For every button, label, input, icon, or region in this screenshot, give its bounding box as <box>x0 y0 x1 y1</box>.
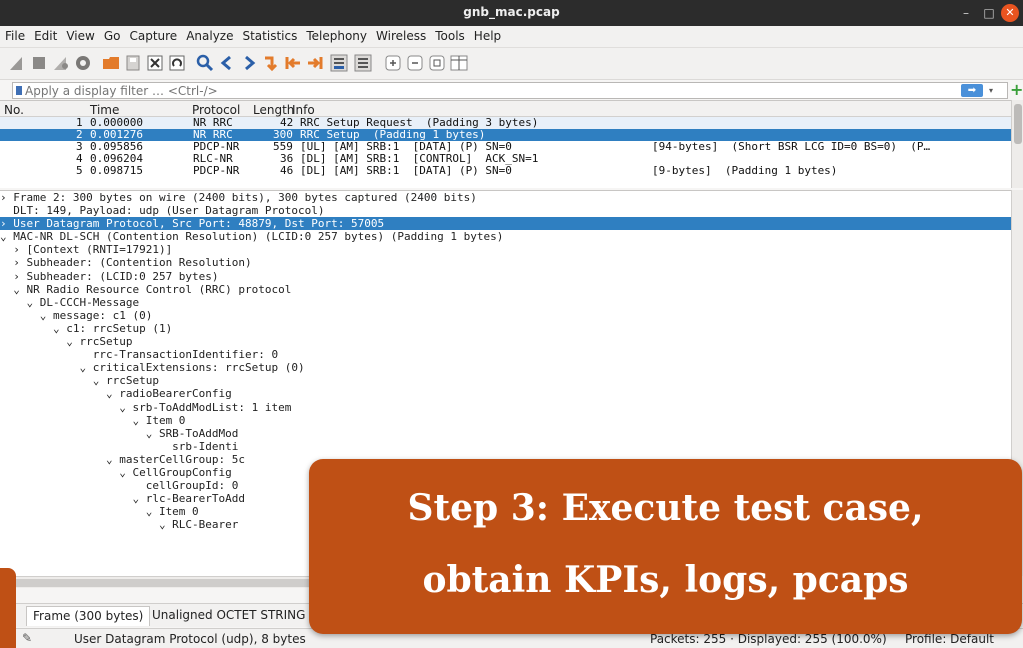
status-field-info: User Datagram Protocol (udp), 8 bytes <box>74 632 306 646</box>
menu-go[interactable]: Go <box>99 26 125 43</box>
tree-node-transaction-id[interactable]: rrc-TransactionIdentifier: 0 <box>0 348 1023 361</box>
menu-tools[interactable]: Tools <box>430 26 469 43</box>
minimize-button[interactable]: – <box>957 4 975 22</box>
zoom-out-icon[interactable] <box>406 54 424 72</box>
tree-node-subheader[interactable]: › Subheader: (Contention Resolution) <box>0 256 1023 269</box>
tree-node-rrcsetup[interactable]: ⌄ rrcSetup <box>0 335 1023 348</box>
tree-node-dl-ccch[interactable]: ⌄ DL-CCCH-Message <box>0 296 1023 309</box>
go-back-icon[interactable] <box>218 54 236 72</box>
menu-bar: File Edit View Go Capture Analyze Statistics Te… <box>0 26 1023 48</box>
go-forward-icon[interactable] <box>240 54 258 72</box>
packet-row[interactable]: 5 0.098715 PDCP-NR 46 [DL] [AM] SRB:1 [D… <box>0 165 1023 177</box>
main-toolbar <box>0 48 1023 80</box>
status-packets-count: Packets: 255 · Displayed: 255 (100.0%) <box>650 632 887 646</box>
status-profile[interactable]: Profile: Default <box>905 632 994 646</box>
tree-node-context[interactable]: › [Context (RNTI=17921)] <box>0 243 1023 256</box>
window-title: gnb_mac.pcap <box>463 5 560 19</box>
column-protocol[interactable]: Protocol <box>192 103 240 117</box>
step-callout: Step 3: Execute test case, obtain KPIs, … <box>309 459 1022 634</box>
packet-time: 0.098715 <box>90 164 143 177</box>
title-bar: gnb_mac.pcap – □ ✕ <box>0 0 1023 26</box>
close-file-icon[interactable] <box>146 54 164 72</box>
tree-node-critical-extensions[interactable]: ⌄ criticalExtensions: rrcSetup (0) <box>0 361 1023 374</box>
find-packet-icon[interactable] <box>196 54 214 72</box>
slide-edge-accent <box>0 568 16 648</box>
display-filter-input[interactable] <box>25 83 955 98</box>
close-button[interactable]: ✕ <box>1001 4 1019 22</box>
packet-info-extra: [94-bytes] (Short BSR LCG ID=0 BS=0) (P… <box>652 140 931 153</box>
menu-file[interactable]: File <box>0 26 29 43</box>
tab-unaligned-octet-string[interactable]: Unaligned OCTET STRING (25 <box>146 608 335 622</box>
callout-line-2: obtain KPIs, logs, pcaps <box>422 559 909 601</box>
tree-node-dlt[interactable]: DLT: 149, Payload: udp (User Datagram Pr… <box>0 204 1023 217</box>
go-last-packet-icon[interactable] <box>306 54 324 72</box>
open-file-icon[interactable] <box>102 54 120 72</box>
auto-scroll-icon[interactable] <box>330 54 348 72</box>
packet-list: No. Time Protocol Length Info 1 0.000000… <box>0 100 1023 188</box>
restart-capture-icon[interactable] <box>52 54 70 72</box>
packet-list-header: No. Time Protocol Length Info <box>0 101 1023 117</box>
colorize-icon[interactable] <box>354 54 372 72</box>
tree-node-c1[interactable]: ⌄ c1: rrcSetup (1) <box>0 322 1023 335</box>
apply-filter-button[interactable]: ➡ <box>961 84 983 97</box>
packet-info: [DL] [AM] SRB:1 [DATA] (P) SN=0 <box>300 164 512 177</box>
scrollbar-thumb[interactable] <box>1014 104 1022 144</box>
shark-fin-start-icon[interactable] <box>8 54 26 72</box>
save-file-icon[interactable] <box>124 54 142 72</box>
packet-length: 46 <box>280 164 294 177</box>
packet-info-extra: [9-bytes] (Padding 1 bytes) <box>652 164 838 177</box>
maximize-button[interactable]: □ <box>980 4 998 22</box>
menu-analyze[interactable]: Analyze <box>181 26 237 43</box>
menu-view[interactable]: View <box>61 26 98 43</box>
packet-row[interactable]: 1 0.000000 NR RRC 42 RRC Setup Request (… <box>0 117 1023 129</box>
tree-node-srb-toaddmod[interactable]: ⌄ SRB-ToAddMod <box>0 427 1023 440</box>
menu-capture[interactable]: Capture <box>124 26 181 43</box>
tree-node-mac-nr[interactable]: ⌄ MAC-NR DL-SCH (Contention Resolution) … <box>0 230 1023 243</box>
tree-node-srb-list[interactable]: ⌄ srb-ToAddModList: 1 item <box>0 401 1023 414</box>
menu-statistics[interactable]: Statistics <box>237 26 301 43</box>
column-length[interactable]: Length <box>253 103 294 117</box>
display-filter-bar: ➡ ▾ <box>12 82 1008 99</box>
tree-node-subheader[interactable]: › Subheader: (LCID:0 257 bytes) <box>0 270 1023 283</box>
tree-node-item[interactable]: ⌄ Item 0 <box>0 414 1023 427</box>
packet-protocol: PDCP-NR <box>193 164 240 177</box>
tab-frame-bytes[interactable]: Frame (300 bytes) <box>26 606 151 626</box>
packet-no: 5 <box>76 164 83 177</box>
go-to-packet-icon[interactable] <box>262 54 280 72</box>
packet-list-scrollbar[interactable] <box>1011 100 1023 188</box>
tree-node-srb-identity[interactable]: srb-Identi <box>0 440 1023 453</box>
edit-comment-icon[interactable]: ✎ <box>22 631 32 645</box>
go-first-packet-icon[interactable] <box>284 54 302 72</box>
normal-size-icon[interactable] <box>428 54 446 72</box>
tree-node-rrcsetup[interactable]: ⌄ rrcSetup <box>0 374 1023 387</box>
filter-history-dropdown[interactable]: ▾ <box>985 84 997 97</box>
reload-file-icon[interactable] <box>168 54 186 72</box>
menu-edit[interactable]: Edit <box>29 26 61 43</box>
menu-wireless[interactable]: Wireless <box>371 26 430 43</box>
menu-help[interactable]: Help <box>469 26 505 43</box>
tree-node-frame[interactable]: › Frame 2: 300 bytes on wire (2400 bits)… <box>0 191 1023 204</box>
column-no[interactable]: No. <box>4 103 24 117</box>
menu-telephony[interactable]: Telephony <box>301 26 371 43</box>
tree-node-radio-bearer-config[interactable]: ⌄ radioBearerConfig <box>0 387 1023 400</box>
resize-columns-icon[interactable] <box>450 54 468 72</box>
add-filter-button[interactable]: + <box>1010 82 1023 98</box>
zoom-in-icon[interactable] <box>384 54 402 72</box>
bookmark-icon[interactable] <box>16 86 22 95</box>
stop-capture-icon[interactable] <box>30 54 48 72</box>
column-info[interactable]: Info <box>292 103 315 117</box>
column-time[interactable]: Time <box>90 103 119 117</box>
capture-options-icon[interactable] <box>74 54 92 72</box>
tree-node-udp-selected[interactable]: › User Datagram Protocol, Src Port: 4887… <box>0 217 1023 231</box>
tree-node-nr-rrc[interactable]: ⌄ NR Radio Resource Control (RRC) protoc… <box>0 283 1023 296</box>
callout-line-1: Step 3: Execute test case, <box>407 487 924 529</box>
tree-node-message[interactable]: ⌄ message: c1 (0) <box>0 309 1023 322</box>
